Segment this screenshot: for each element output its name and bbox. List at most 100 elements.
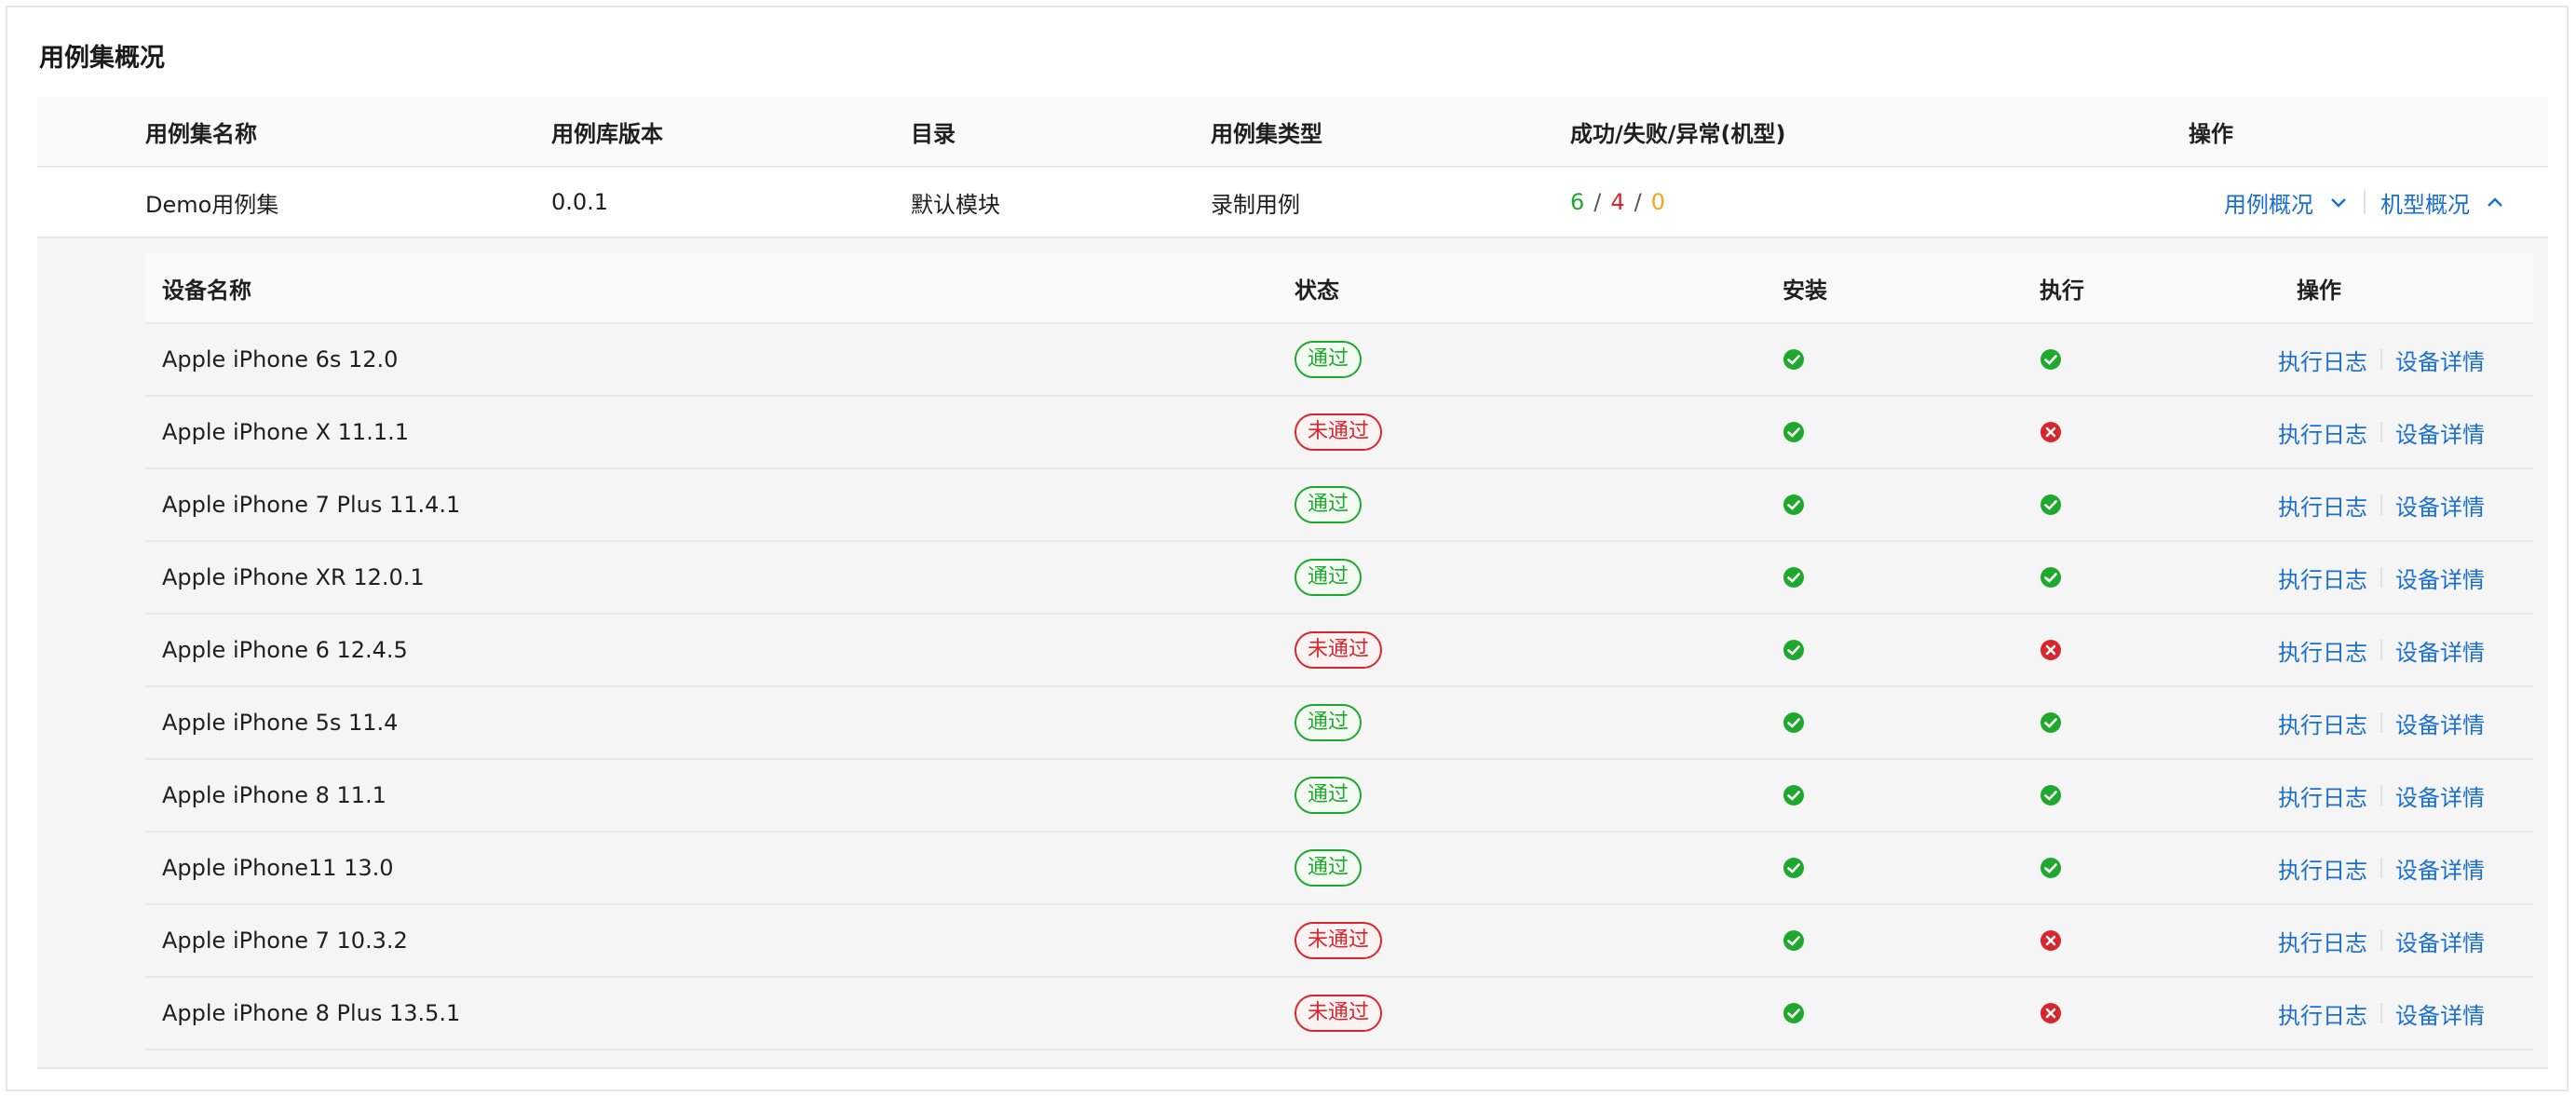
close-circle-icon — [2040, 930, 2061, 951]
device-detail-link[interactable]: 设备详情 — [2395, 489, 2485, 521]
result-summary: 6 / 4 / 0 — [1570, 168, 1665, 237]
execution-log-link[interactable]: 执行日志 — [2278, 489, 2367, 521]
device-name: Apple iPhone 8 Plus 13.5.1 — [162, 1000, 461, 1026]
case-set-overview-panel: 用例集概况 用例集名称 用例库版本 目录 用例集类型 成功/失败/异常(机型) … — [6, 6, 2569, 1091]
status-badge: 通过 — [1295, 849, 1363, 887]
execution-log-link[interactable]: 执行日志 — [2278, 707, 2367, 739]
check-circle-icon — [1783, 494, 1804, 515]
action-divider — [2380, 567, 2382, 588]
status-badge: 通过 — [1295, 559, 1363, 596]
device-name: Apple iPhone 8 11.1 — [162, 782, 386, 808]
install-cell — [1783, 760, 1805, 831]
check-circle-icon — [2040, 349, 2061, 370]
device-detail-link[interactable]: 设备详情 — [2395, 925, 2485, 957]
success-count: 6 — [1570, 189, 1585, 215]
device-overview-expanded: 设备名称 状态 安装 执行 操作 Apple iPhone 6s 12.0 通过… — [37, 238, 2548, 1069]
device-detail-link[interactable]: 设备详情 — [2395, 852, 2485, 885]
execution-log-link[interactable]: 执行日志 — [2278, 416, 2367, 449]
case-set-type: 录制用例 — [1211, 191, 1300, 218]
table-row: Apple iPhone XR 12.0.1 通过 执行日志 设备详情 — [145, 542, 2533, 615]
install-cell — [1783, 615, 1805, 685]
header-actions: 操作 — [2189, 120, 2233, 147]
device-detail-link[interactable]: 设备详情 — [2395, 344, 2485, 376]
device-overview-toggle[interactable]: 机型概况 — [2380, 186, 2505, 219]
header-case-set-type: 用例集类型 — [1211, 120, 1322, 147]
device-name: Apple iPhone XR 12.0.1 — [162, 564, 425, 590]
device-row-actions: 执行日志 设备详情 — [2278, 542, 2485, 613]
device-row-actions: 执行日志 设备详情 — [2278, 833, 2485, 903]
device-detail-link[interactable]: 设备详情 — [2395, 779, 2485, 812]
check-circle-icon — [2040, 567, 2061, 588]
header-directory: 目录 — [911, 120, 956, 147]
action-divider — [2364, 190, 2366, 214]
status-cell: 未通过 — [1295, 397, 1383, 467]
check-circle-icon — [1783, 567, 1804, 588]
header-status: 状态 — [1295, 277, 1339, 304]
library-version: 0.0.1 — [551, 189, 609, 215]
check-circle-icon — [1783, 349, 1804, 370]
install-cell — [1783, 542, 1805, 613]
case-overview-label: 用例概况 — [2224, 191, 2313, 218]
status-cell: 通过 — [1295, 469, 1363, 540]
action-divider — [2380, 422, 2382, 442]
header-device-name: 设备名称 — [162, 277, 251, 304]
check-circle-icon — [1783, 1003, 1804, 1023]
table-row: Apple iPhone 6s 12.0 通过 执行日志 设备详情 — [145, 324, 2533, 397]
header-case-set-name: 用例集名称 — [145, 120, 257, 147]
status-cell: 通过 — [1295, 324, 1363, 395]
status-cell: 通过 — [1295, 833, 1363, 903]
execution-log-link[interactable]: 执行日志 — [2278, 997, 2367, 1030]
directory: 默认模块 — [911, 191, 1000, 218]
table-row: Apple iPhone 8 11.1 通过 执行日志 设备详情 — [145, 760, 2533, 833]
header-execute: 执行 — [2040, 277, 2084, 304]
execute-cell — [2040, 905, 2062, 976]
slash-separator: / — [1634, 189, 1642, 215]
case-overview-toggle[interactable]: 用例概况 — [2224, 186, 2349, 219]
action-divider — [2380, 349, 2382, 370]
device-table: 设备名称 状态 安装 执行 操作 Apple iPhone 6s 12.0 通过… — [145, 253, 2533, 1050]
action-divider — [2380, 712, 2382, 733]
install-cell — [1783, 469, 1805, 540]
execution-log-link[interactable]: 执行日志 — [2278, 634, 2367, 667]
install-cell — [1783, 687, 1805, 758]
execution-log-link[interactable]: 执行日志 — [2278, 562, 2367, 594]
error-count: 0 — [1650, 189, 1666, 215]
status-cell: 通过 — [1295, 542, 1363, 613]
device-name: Apple iPhone 7 Plus 11.4.1 — [162, 492, 461, 518]
execution-log-link[interactable]: 执行日志 — [2278, 779, 2367, 812]
device-detail-link[interactable]: 设备详情 — [2395, 562, 2485, 594]
device-name: Apple iPhone 6s 12.0 — [162, 346, 399, 372]
case-set-actions: 用例概况 机型概况 — [2224, 168, 2505, 237]
device-detail-link[interactable]: 设备详情 — [2395, 707, 2485, 739]
device-row-actions: 执行日志 设备详情 — [2278, 469, 2485, 540]
execute-cell — [2040, 833, 2062, 903]
status-badge: 通过 — [1295, 704, 1363, 741]
execution-log-link[interactable]: 执行日志 — [2278, 344, 2367, 376]
execution-log-link[interactable]: 执行日志 — [2278, 925, 2367, 957]
install-cell — [1783, 324, 1805, 395]
execute-cell — [2040, 687, 2062, 758]
status-cell: 通过 — [1295, 687, 1363, 758]
close-circle-icon — [2040, 422, 2061, 442]
status-badge: 未通过 — [1295, 413, 1383, 451]
device-table-header: 设备名称 状态 安装 执行 操作 — [145, 253, 2533, 324]
table-row: Apple iPhone X 11.1.1 未通过 执行日志 设备详情 — [145, 397, 2533, 469]
check-circle-icon — [2040, 858, 2061, 878]
header-install: 安装 — [1783, 277, 1827, 304]
install-cell — [1783, 905, 1805, 976]
case-set-name: Demo用例集 — [145, 191, 279, 218]
action-divider — [2380, 494, 2382, 515]
page-title: 用例集概况 — [39, 44, 165, 73]
table-row: Apple iPhone 8 Plus 13.5.1 未通过 执行日志 设备详情 — [145, 978, 2533, 1050]
check-circle-icon — [1783, 422, 1804, 442]
device-detail-link[interactable]: 设备详情 — [2395, 997, 2485, 1030]
device-row-actions: 执行日志 设备详情 — [2278, 397, 2485, 467]
device-row-actions: 执行日志 设备详情 — [2278, 687, 2485, 758]
chevron-down-icon — [2331, 198, 2346, 208]
device-detail-link[interactable]: 设备详情 — [2395, 634, 2485, 667]
device-name: Apple iPhone 7 10.3.2 — [162, 928, 408, 954]
table-row: Apple iPhone11 13.0 通过 执行日志 设备详情 — [145, 833, 2533, 905]
device-detail-link[interactable]: 设备详情 — [2395, 416, 2485, 449]
status-badge: 未通过 — [1295, 922, 1383, 959]
execution-log-link[interactable]: 执行日志 — [2278, 852, 2367, 885]
